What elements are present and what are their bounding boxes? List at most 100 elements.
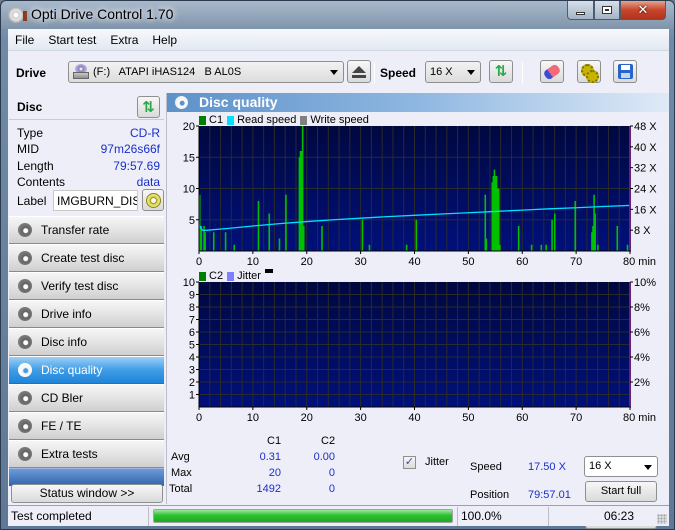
nav-create-test-disc[interactable]: Create test disc xyxy=(9,244,164,272)
nav-cd-bler[interactable]: CD Bler xyxy=(9,384,164,412)
chart-svg: 0 10 20 30 40 50 60 70 80 min 5 10 15 20 8 X 16 X 24 X 3… xyxy=(183,121,658,268)
menu-extra[interactable]: Extra xyxy=(103,29,145,51)
nav-verify-test-disc[interactable]: Verify test disc xyxy=(9,272,164,300)
resize-grip[interactable] xyxy=(657,514,667,524)
c1-bar xyxy=(551,219,553,251)
app-disc-icon xyxy=(8,7,27,23)
stats-c2-total: 0 xyxy=(328,483,335,495)
disc-section-header: Disc ⇅ xyxy=(9,94,164,120)
disc-info-icon xyxy=(18,335,32,349)
y-right-tick-label: 32 X xyxy=(634,163,657,175)
c1-bar xyxy=(553,213,556,251)
y-left-tick-label: 5 xyxy=(189,340,195,352)
x-tick-label: 0 xyxy=(196,412,202,424)
disc-label-input[interactable]: IMGBURN_DIS xyxy=(53,190,138,211)
c1-bar xyxy=(212,232,215,251)
stats-row-label: Max xyxy=(171,467,192,479)
stats-c1-max: 20 xyxy=(268,467,281,479)
x-tick-label: 40 xyxy=(408,256,420,268)
info-value: CD-R xyxy=(130,126,160,140)
x-tick-label: 80 min xyxy=(623,256,656,268)
speed-select[interactable]: 16 X xyxy=(425,61,481,83)
nav-transfer-rate[interactable]: Transfer rate xyxy=(9,216,164,244)
c1-bar xyxy=(594,213,596,251)
progress-percent: 100.0% xyxy=(461,509,502,523)
chevron-down-icon xyxy=(644,465,652,470)
title-bar[interactable]: Opti Drive Control 1.70 ✕ xyxy=(1,1,674,29)
nav-disc-quality[interactable]: Disc quality xyxy=(9,356,164,384)
minimize-icon xyxy=(576,11,585,15)
x-tick-label: 70 xyxy=(570,256,582,268)
nav-label: Disc info xyxy=(41,335,88,349)
progress-bar xyxy=(153,509,453,523)
nav-label: Drive info xyxy=(41,307,92,321)
x-tick-label: 30 xyxy=(355,412,367,424)
c1-bar xyxy=(597,244,599,251)
minimize-button[interactable] xyxy=(567,1,594,20)
c1-bar xyxy=(497,188,500,251)
x-tick-label: 40 xyxy=(408,412,420,424)
stats-c2-max: 0 xyxy=(328,467,335,479)
settings-button[interactable] xyxy=(577,60,601,83)
erase-button[interactable] xyxy=(540,60,564,83)
stats-col-c2: C2 xyxy=(321,435,336,447)
c1-bar xyxy=(517,226,520,251)
nav-fe-te[interactable]: FE / TE xyxy=(9,412,164,440)
status-window-button[interactable]: Status window >> xyxy=(11,484,163,503)
c1-bar xyxy=(278,238,281,251)
maximize-button[interactable] xyxy=(594,1,620,20)
c1-chart: 0 10 20 30 40 50 60 70 80 min 5 10 15 20 8 X 16 X 24 X 3… xyxy=(167,121,667,268)
position-label: Position xyxy=(470,489,510,501)
stats-c2-avg: 0.00 xyxy=(313,451,335,463)
disc-info-mid: MID 97m26s66f xyxy=(17,142,160,158)
y-left-tick-label: 2 xyxy=(189,377,195,389)
drive-select[interactable]: (F:) ATAPI iHAS124 B AL0S xyxy=(68,61,344,83)
nav-extra-tests[interactable]: Extra tests xyxy=(9,440,164,468)
y-left-tick-label: 1 xyxy=(189,390,195,402)
disc-label-button[interactable] xyxy=(142,189,164,211)
info-key: Length xyxy=(17,159,54,173)
x-tick-label: 10 xyxy=(247,412,259,424)
nav-label: Verify test disc xyxy=(41,279,119,293)
chevron-down-icon xyxy=(330,70,338,75)
nav-label: Transfer rate xyxy=(41,223,110,237)
x-tick-label: 50 xyxy=(462,412,474,424)
disc-info-length: Length 79:57.69 xyxy=(17,159,160,175)
y-left-tick-label: 10 xyxy=(183,277,195,289)
speed-readout-value: 17.50 X xyxy=(528,461,566,473)
c1-bar xyxy=(224,232,227,251)
disc-label-row: Label IMGBURN_DIS xyxy=(17,189,164,213)
info-value: 79:57.69 xyxy=(113,159,160,173)
close-button[interactable]: ✕ xyxy=(620,1,666,20)
nav-drive-info[interactable]: Drive info xyxy=(9,300,164,328)
y-right-tick-label: 2% xyxy=(634,377,650,389)
info-value: data xyxy=(136,175,160,189)
menu-help[interactable]: Help xyxy=(145,29,184,51)
menu-file[interactable]: File xyxy=(8,29,41,51)
test-speed-select[interactable]: 16 X xyxy=(584,456,658,477)
jitter-checkbox[interactable]: ✓ xyxy=(403,456,416,469)
y-left-tick-label: 4 xyxy=(189,352,195,364)
test-speed-value: 16 X xyxy=(589,460,612,472)
nav-disc-info[interactable]: Disc info xyxy=(9,328,164,356)
refresh-speed-button[interactable]: ⇅ xyxy=(489,60,513,83)
y-left-tick-label: 7 xyxy=(189,315,195,327)
start-full-button[interactable]: Start full xyxy=(585,481,657,502)
y-left-tick-label: 5 xyxy=(189,215,195,227)
toolbar-separator xyxy=(522,62,523,84)
x-tick-label: 60 xyxy=(516,412,528,424)
eject-button[interactable] xyxy=(347,60,371,83)
stats-row-label: Avg xyxy=(171,451,190,463)
nav-label: FE / TE xyxy=(41,419,82,433)
save-button[interactable] xyxy=(613,60,637,83)
stats-c1-total: 1492 xyxy=(256,483,281,495)
disc-test-icon xyxy=(18,419,32,433)
c1-bar xyxy=(574,201,577,251)
disc-test-icon xyxy=(18,251,32,265)
x-tick-label: 0 xyxy=(196,256,202,268)
stats-row-label: Total xyxy=(169,483,193,495)
disc-info-type: Type CD-R xyxy=(17,126,160,142)
y-right-tick-label: 8 X xyxy=(634,225,651,237)
menu-start-test[interactable]: Start test xyxy=(41,29,103,51)
disc-refresh-button[interactable]: ⇅ xyxy=(137,96,160,118)
